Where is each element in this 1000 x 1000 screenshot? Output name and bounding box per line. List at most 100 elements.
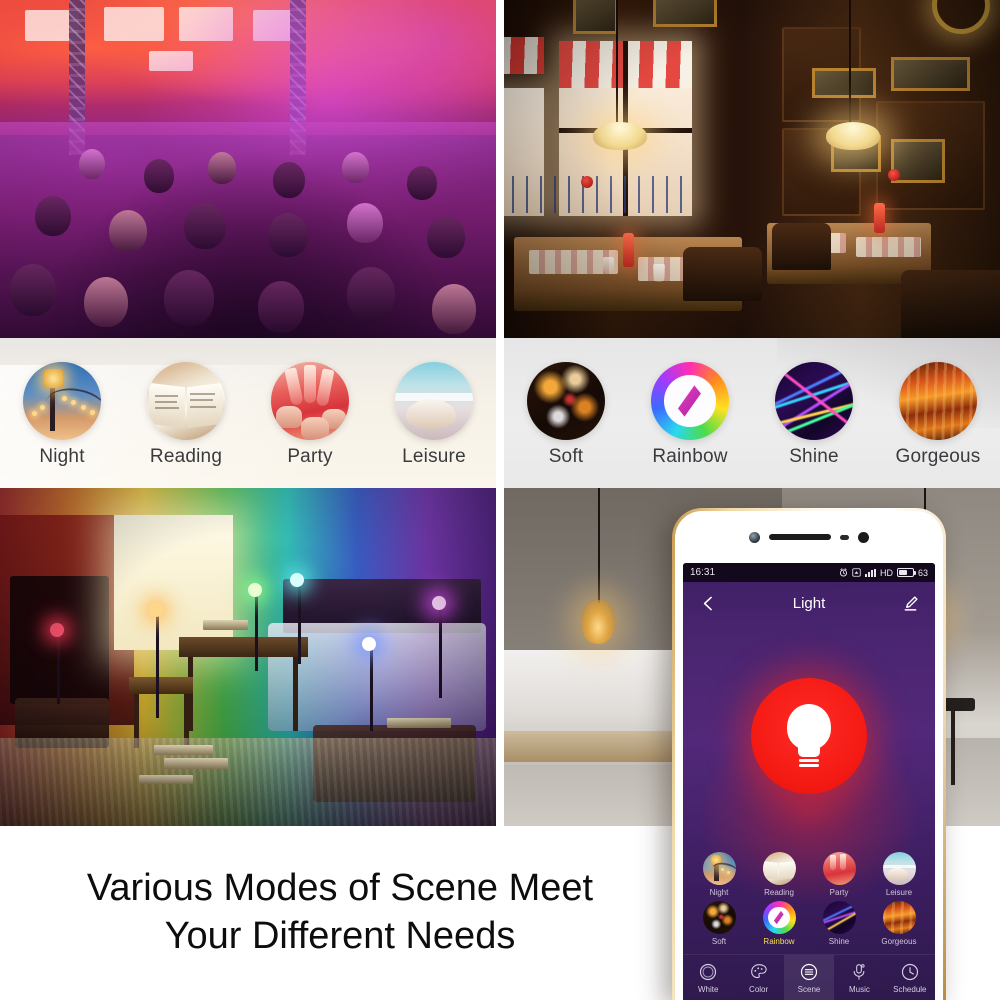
status-time: 16:31: [690, 567, 716, 578]
scene-label: Night: [39, 446, 85, 467]
phone-top-bezel: [672, 511, 946, 563]
network-type: HD: [879, 567, 893, 578]
panel-divider: [496, 0, 504, 826]
music-mic-icon: [849, 962, 869, 982]
power-toggle-button[interactable]: [751, 678, 867, 794]
light-bulb-icon: [783, 704, 835, 768]
scene-label: Reading: [149, 446, 223, 467]
status-bar: 16:31 HD 63: [683, 563, 935, 582]
scene-item-leisure[interactable]: Leisure: [372, 338, 496, 488]
night-scene-icon: [23, 362, 101, 440]
signal-icon: [852, 568, 861, 577]
shine-scene-icon: [822, 901, 856, 934]
back-arrow-icon[interactable]: [695, 590, 721, 616]
app-scene-label: Gorgeous: [881, 937, 917, 946]
proximity-sensor-icon: [840, 534, 849, 540]
party-scene-icon: [271, 362, 349, 440]
scene-label: Soft: [548, 446, 584, 467]
signal-bars-icon: [864, 568, 876, 577]
phone-screen: 16:31 HD 63 Light Night Reading Party Le…: [683, 563, 935, 1000]
scene-label: Party: [287, 446, 333, 467]
photo-vignette: [504, 0, 1000, 338]
pendant-lamp: [580, 599, 615, 644]
battery-level: 63: [917, 567, 928, 578]
rainbow-scene-icon: [651, 362, 729, 440]
earpiece-speaker-icon: [769, 534, 831, 540]
app-scene-gorgeous[interactable]: Gorgeous: [869, 901, 929, 946]
edit-pencil-icon[interactable]: [897, 590, 923, 616]
leisure-scene-icon: [395, 362, 473, 440]
scene-list-icon: [799, 962, 819, 982]
app-scene-label: Soft: [711, 937, 727, 946]
scene-item-reading[interactable]: Reading: [124, 338, 248, 488]
scene-label: Gorgeous: [895, 446, 981, 467]
tab-label: Scene: [797, 984, 821, 994]
front-camera-icon: [749, 531, 760, 543]
scene-item-party[interactable]: Party: [248, 338, 372, 488]
app-scene-leisure[interactable]: Leisure: [869, 852, 929, 897]
scene-item-soft[interactable]: Soft: [504, 338, 628, 488]
color-palette-icon: [749, 962, 769, 982]
headline-line-2: Your Different Needs: [164, 915, 516, 957]
alarm-clock-icon: [839, 568, 848, 577]
tab-schedule[interactable]: Schedule: [885, 955, 935, 1000]
gorgeous-scene-icon: [899, 362, 977, 440]
tab-white[interactable]: White: [683, 955, 733, 1000]
bottom-tab-bar: White Color Scene Music Schedule: [683, 954, 935, 1000]
photo-color-tint: [0, 0, 496, 338]
app-scene-label: Party: [829, 888, 849, 897]
tab-label: Music: [848, 984, 870, 994]
scene-grid: Night Reading Party Leisure Soft Rainbow…: [683, 848, 935, 954]
app-scene-label: Leisure: [885, 888, 913, 897]
app-scene-reading[interactable]: Reading: [749, 852, 809, 897]
night-scene-icon: [702, 852, 736, 885]
app-scene-rainbow[interactable]: Rainbow: [749, 901, 809, 946]
tab-label: White: [697, 984, 719, 994]
restaurant-interior-photo: [504, 0, 1000, 338]
scene-item-rainbow[interactable]: Rainbow: [628, 338, 752, 488]
headline-line-1: Various Modes of Scene Meet: [86, 867, 594, 910]
tab-scene[interactable]: Scene: [783, 955, 835, 1000]
reading-scene-icon: [147, 362, 225, 440]
app-scene-shine[interactable]: Shine: [809, 901, 869, 946]
app-scene-label: Shine: [828, 937, 850, 946]
light-sensor-icon: [858, 531, 869, 543]
schedule-clock-icon: [900, 962, 920, 982]
app-scene-party[interactable]: Party: [809, 852, 869, 897]
table-leg: [951, 711, 956, 786]
headline: Various Modes of Scene Meet Your Differe…: [0, 826, 680, 1000]
page-title: Light: [792, 594, 826, 612]
app-scene-night[interactable]: Night: [689, 852, 749, 897]
scene-label: Leisure: [402, 446, 466, 467]
concert-crowd-photo: [0, 0, 496, 338]
scene-item-shine[interactable]: Shine: [752, 338, 876, 488]
tab-color[interactable]: Color: [733, 955, 783, 1000]
leisure-scene-icon: [882, 852, 916, 885]
app-scene-label: Reading: [764, 888, 794, 897]
app-header: Light: [683, 582, 935, 624]
marketing-banner: Night Reading Party Leisure Soft Rainbow…: [0, 0, 1000, 1000]
tab-music[interactable]: Music: [834, 955, 884, 1000]
tab-label: Schedule: [893, 984, 927, 994]
reading-scene-icon: [762, 852, 796, 885]
scene-label: Shine: [789, 446, 839, 467]
scene-strip-right: Soft Rainbow Shine Gorgeous: [504, 338, 1000, 488]
battery-icon: [896, 568, 916, 577]
app-scene-soft[interactable]: Soft: [689, 901, 749, 946]
pendant-cord: [598, 488, 601, 603]
rainbow-lit-room-photo: [0, 488, 496, 826]
white-circle-icon: [698, 962, 718, 982]
scene-item-gorgeous[interactable]: Gorgeous: [876, 338, 1000, 488]
scene-item-night[interactable]: Night: [0, 338, 124, 488]
photo-vignette: [0, 488, 496, 826]
app-scene-label: Rainbow: [763, 937, 795, 946]
scene-strip-left: Night Reading Party Leisure: [0, 338, 496, 488]
party-scene-icon: [822, 852, 856, 885]
smartphone-mockup: 16:31 HD 63 Light Night Reading Party Le…: [672, 508, 946, 1000]
gorgeous-scene-icon: [882, 901, 916, 934]
tab-label: Color: [749, 984, 769, 994]
soft-scene-icon: [527, 362, 605, 440]
power-toggle-area: [683, 624, 935, 848]
scene-label: Rainbow: [652, 446, 728, 467]
soft-scene-icon: [702, 901, 736, 934]
